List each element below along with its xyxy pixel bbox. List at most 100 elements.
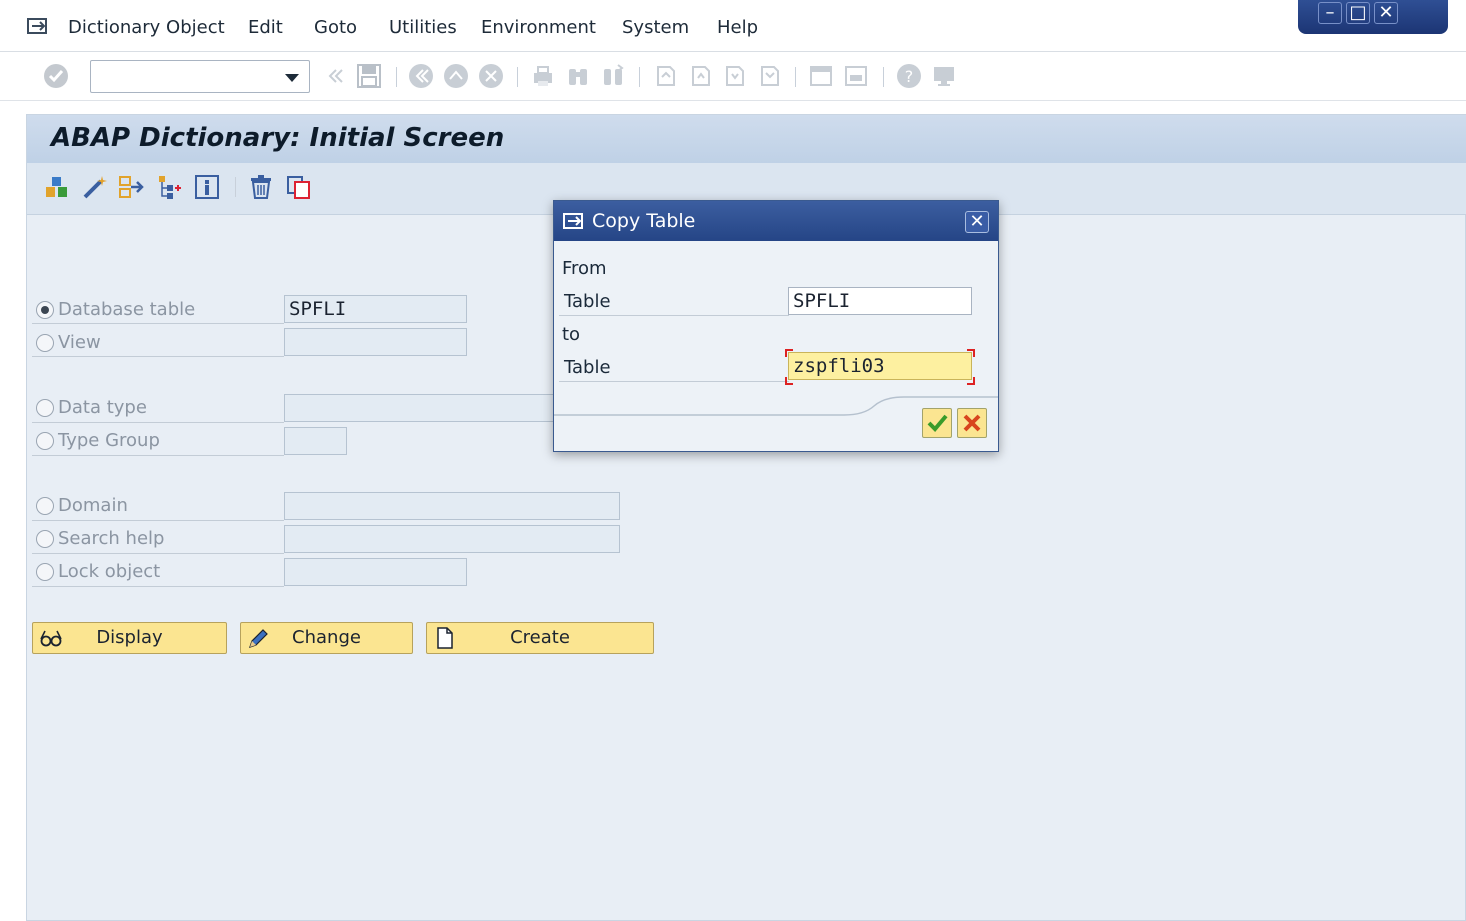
window-controls: – □ ✕ bbox=[1298, 0, 1448, 34]
double-chevron-left-icon[interactable] bbox=[322, 63, 348, 89]
exit-icon[interactable] bbox=[443, 63, 469, 89]
row-divider bbox=[32, 455, 284, 456]
menu-edit[interactable]: Edit bbox=[248, 17, 283, 38]
toolbar-separator bbox=[795, 67, 796, 87]
radio-type-group[interactable] bbox=[36, 432, 54, 450]
other-object-icon[interactable] bbox=[43, 173, 71, 201]
chevron-down-icon[interactable] bbox=[285, 74, 299, 82]
dialog-header: Copy Table ✕ bbox=[554, 201, 998, 241]
shortcut-icon[interactable] bbox=[843, 63, 869, 89]
display-button[interactable]: Display bbox=[32, 622, 227, 654]
menu-system[interactable]: System bbox=[622, 17, 689, 38]
display-button-label: Display bbox=[96, 627, 163, 648]
focus-corner bbox=[785, 377, 793, 385]
focus-corner bbox=[967, 377, 975, 385]
radio-database-table[interactable] bbox=[36, 301, 54, 319]
previous-page-icon[interactable] bbox=[687, 63, 713, 89]
to-table-field[interactable]: zspfli03 bbox=[788, 352, 972, 380]
toolbar-separator bbox=[883, 67, 884, 87]
create-button-label: Create bbox=[510, 627, 570, 648]
delete-icon[interactable] bbox=[247, 173, 275, 201]
row-divider bbox=[32, 323, 284, 324]
view-label: View bbox=[58, 332, 101, 353]
cancel-button[interactable] bbox=[957, 408, 987, 438]
command-field[interactable] bbox=[90, 60, 310, 93]
save-icon[interactable] bbox=[356, 63, 382, 89]
menu-goto[interactable]: Goto bbox=[314, 17, 357, 38]
menu-bar: Dictionary Object Edit Goto Utilities En… bbox=[0, 0, 1466, 52]
info-icon[interactable] bbox=[193, 173, 221, 201]
from-table-label: Table bbox=[564, 291, 611, 312]
close-window-button[interactable]: ✕ bbox=[1374, 2, 1398, 24]
dialog-menu-icon[interactable] bbox=[562, 211, 586, 231]
new-session-icon[interactable] bbox=[808, 63, 834, 89]
row-divider bbox=[32, 422, 284, 423]
row-divider bbox=[559, 315, 789, 316]
type-group-field[interactable] bbox=[284, 427, 347, 455]
data-type-label: Data type bbox=[58, 397, 147, 418]
help-icon[interactable]: ? bbox=[896, 63, 922, 89]
search-help-field[interactable] bbox=[284, 525, 620, 553]
toolbar-separator bbox=[517, 67, 518, 87]
menu-help[interactable]: Help bbox=[717, 17, 758, 38]
lock-object-field[interactable] bbox=[284, 558, 467, 586]
svg-text:?: ? bbox=[905, 67, 914, 86]
row-divider bbox=[32, 586, 284, 587]
copy-icon[interactable] bbox=[285, 173, 313, 201]
dialog-title: Copy Table bbox=[592, 210, 696, 232]
enter-icon[interactable] bbox=[43, 63, 69, 89]
toolbar-separator bbox=[235, 177, 236, 197]
where-used-icon[interactable] bbox=[118, 173, 146, 201]
standard-toolbar: ? bbox=[0, 53, 1466, 101]
maximize-button[interactable]: □ bbox=[1346, 2, 1370, 24]
cancel-icon[interactable] bbox=[478, 63, 504, 89]
copy-table-dialog: Copy Table ✕ From Table SPFLI to Table z… bbox=[553, 200, 999, 452]
row-divider bbox=[32, 553, 284, 554]
domain-field[interactable] bbox=[284, 492, 620, 520]
toolbar-separator bbox=[639, 67, 640, 87]
first-page-icon[interactable] bbox=[652, 63, 678, 89]
change-button-label: Change bbox=[292, 627, 361, 648]
lock-object-label: Lock object bbox=[58, 561, 161, 582]
find-icon[interactable] bbox=[565, 63, 591, 89]
search-help-label: Search help bbox=[58, 528, 165, 549]
checkmark-icon bbox=[927, 414, 948, 432]
next-page-icon[interactable] bbox=[721, 63, 747, 89]
toolbar-separator bbox=[396, 67, 397, 87]
view-field[interactable] bbox=[284, 328, 467, 356]
row-divider bbox=[32, 356, 284, 357]
customize-layout-icon[interactable] bbox=[931, 63, 957, 89]
to-table-label: Table bbox=[564, 357, 611, 378]
focus-corner bbox=[785, 349, 793, 357]
radio-search-help[interactable] bbox=[36, 530, 54, 548]
radio-domain[interactable] bbox=[36, 497, 54, 515]
menu-utilities[interactable]: Utilities bbox=[389, 17, 457, 38]
database-table-field[interactable]: SPFLI bbox=[284, 295, 467, 323]
page-title: ABAP Dictionary: Initial Screen bbox=[51, 123, 505, 153]
change-button[interactable]: Change bbox=[240, 622, 413, 654]
radio-lock-object[interactable] bbox=[36, 563, 54, 581]
create-button[interactable]: Create bbox=[426, 622, 654, 654]
database-table-label: Database table bbox=[58, 299, 196, 320]
find-next-icon[interactable] bbox=[600, 63, 626, 89]
last-page-icon[interactable] bbox=[756, 63, 782, 89]
type-group-label: Type Group bbox=[58, 430, 160, 451]
back-icon[interactable] bbox=[408, 63, 434, 89]
minimize-button[interactable]: – bbox=[1318, 2, 1342, 24]
close-icon[interactable]: ✕ bbox=[965, 211, 989, 233]
from-table-field[interactable]: SPFLI bbox=[788, 287, 972, 315]
row-divider bbox=[32, 520, 284, 521]
menu-icon[interactable] bbox=[26, 16, 50, 36]
magic-wand-icon[interactable] bbox=[81, 173, 109, 201]
radio-data-type[interactable] bbox=[36, 399, 54, 417]
close-x-icon bbox=[963, 414, 981, 432]
radio-view[interactable] bbox=[36, 334, 54, 352]
menu-environment[interactable]: Environment bbox=[481, 17, 596, 38]
print-icon[interactable] bbox=[530, 63, 556, 89]
title-bar: ABAP Dictionary: Initial Screen bbox=[27, 115, 1466, 163]
to-label: to bbox=[562, 324, 581, 345]
menu-dictionary-object[interactable]: Dictionary Object bbox=[68, 17, 225, 38]
row-divider bbox=[559, 381, 789, 382]
confirm-button[interactable] bbox=[922, 408, 952, 438]
hierarchy-icon[interactable] bbox=[155, 173, 183, 201]
